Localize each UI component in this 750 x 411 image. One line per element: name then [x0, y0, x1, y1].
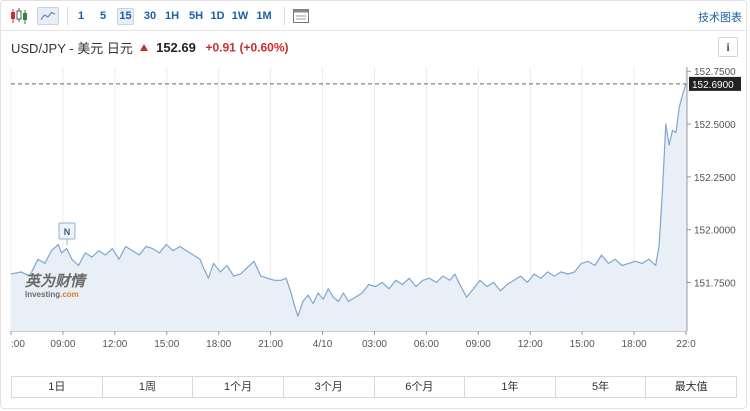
area-chart-icon[interactable] [37, 7, 59, 25]
chart-widget: 1 5 15 30 1H 5H 1D 1W 1M 技术图表 USD/JPY - 美元 日元 15… [0, 0, 748, 409]
interval-button-1[interactable]: 1 [74, 8, 88, 25]
x-tick-label: 06:00 [414, 339, 439, 350]
x-tick-label: 15:00 [154, 339, 179, 350]
range-button-6[interactable]: 5年 [556, 377, 647, 397]
range-button-5[interactable]: 1年 [465, 377, 556, 397]
interval-button-5[interactable]: 5 [96, 8, 110, 25]
interval-button-1w[interactable]: 1W [230, 8, 250, 25]
info-button[interactable]: i [718, 37, 738, 57]
interval-button-30[interactable]: 30 [140, 8, 160, 25]
price-change: +0.91 [205, 40, 236, 55]
range-button-0[interactable]: 1日 [12, 377, 103, 397]
technical-chart-link[interactable]: 技术图表 [698, 9, 742, 25]
y-tick-label: 152.7500 [694, 67, 736, 78]
time-range-selector: 1日 1周 1个月 3个月 6个月 1年 5年 最大值 [11, 376, 737, 398]
chart-toolbar: 1 5 15 30 1H 5H 1D 1W 1M 技术图表 [1, 1, 748, 31]
watermark-brand: Investing [25, 290, 60, 299]
x-tick-label: 03:00 [362, 339, 387, 350]
price-chart: :00 09:00 12:00 15:00 18:00 21:00 4/10 03:00 06:… [10, 67, 741, 350]
table-view-icon[interactable] [291, 7, 311, 25]
candlestick-chart-icon[interactable] [9, 7, 29, 25]
price-change-percent: (+0.60%) [239, 40, 289, 55]
toolbar-divider [284, 7, 285, 25]
interval-button-5h[interactable]: 5H [186, 8, 206, 25]
y-tick-label: 152.5000 [694, 120, 736, 131]
x-tick-label: 21:00 [258, 339, 283, 350]
range-button-7[interactable]: 最大值 [646, 377, 736, 397]
x-tick-label: 12:00 [518, 339, 543, 350]
y-tick-label: 152.2500 [694, 173, 736, 184]
last-price-label: 152.6900 [692, 80, 734, 91]
range-button-4[interactable]: 6个月 [375, 377, 466, 397]
currency-pair-title: USD/JPY - 美元 日元 [11, 41, 133, 56]
quote-header: USD/JPY - 美元 日元 152.69 +0.91 (+0.60%) [11, 38, 289, 56]
x-tick-label: 18:00 [206, 339, 231, 350]
x-tick-label: 12:00 [102, 339, 127, 350]
price-up-icon [140, 44, 149, 51]
x-tick-label: 22:0 [676, 339, 696, 350]
watermark-logo-en: Investing.com [25, 290, 79, 299]
x-tick-label: 15:00 [570, 339, 595, 350]
x-tick-label: 18:00 [622, 339, 647, 350]
x-tick-label: :00 [11, 339, 25, 350]
watermark-suffix: .com [60, 290, 79, 299]
range-button-2[interactable]: 1个月 [193, 377, 284, 397]
price-area-fill [11, 83, 686, 332]
y-tick-label: 152.0000 [694, 226, 736, 237]
interval-button-1m[interactable]: 1M [254, 8, 274, 25]
news-marker-label[interactable]: N [64, 227, 71, 237]
interval-button-1d[interactable]: 1D [209, 8, 226, 25]
interval-button-1h[interactable]: 1H [162, 8, 182, 25]
y-tick-label: 151.7500 [694, 278, 736, 289]
interval-button-15[interactable]: 15 [117, 8, 134, 25]
x-tick-label: 4/10 [313, 339, 333, 350]
toolbar-divider [67, 7, 68, 25]
x-tick-label: 09:00 [466, 339, 491, 350]
last-price: 152.69 [156, 40, 196, 55]
range-button-1[interactable]: 1周 [103, 377, 194, 397]
x-tick-label: 09:00 [50, 339, 75, 350]
watermark-logo-cn: 英为财情 [24, 273, 88, 290]
range-button-3[interactable]: 3个月 [284, 377, 375, 397]
